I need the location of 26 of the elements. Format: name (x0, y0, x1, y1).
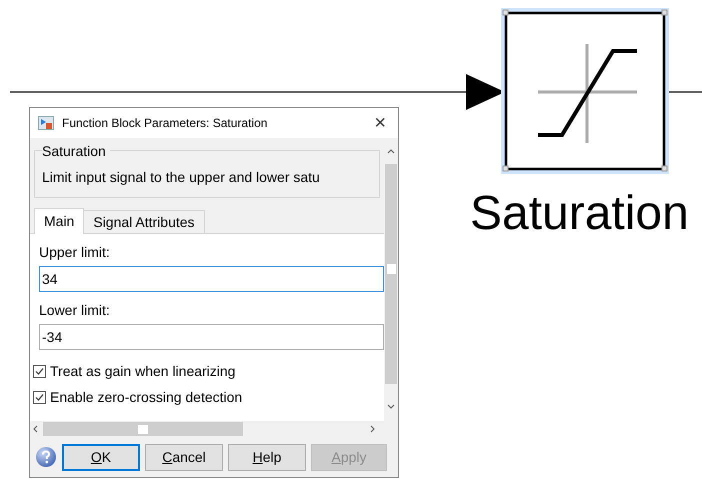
checkbox-label: Enable zero-crossing detection (50, 388, 242, 407)
checkbox[interactable] (33, 364, 46, 378)
block-label: Saturation (470, 186, 689, 242)
scroll-thumb[interactable] (386, 264, 396, 274)
scroll-up-icon[interactable] (387, 148, 395, 154)
block-description: Limit input signal to the upper and lower satu (42, 168, 321, 187)
help-icon[interactable] (35, 446, 57, 468)
scroll-right-icon[interactable] (370, 425, 376, 433)
window-title: Function Block Parameters: Saturation (62, 115, 268, 132)
tab[interactable]: Main (34, 208, 84, 234)
saturation-block[interactable] (501, 8, 669, 174)
input-field[interactable]: -34 (39, 324, 384, 350)
dialog-button[interactable]: OK (62, 444, 140, 470)
checkbox[interactable] (33, 390, 46, 404)
dialog-button[interactable]: Help (228, 444, 306, 470)
block-icon (38, 116, 54, 130)
dialog-button[interactable]: Cancel (145, 444, 223, 470)
close-button[interactable]: × (370, 113, 390, 133)
tab[interactable]: Signal Attributes (84, 210, 205, 233)
scroll-left-icon[interactable] (32, 425, 38, 433)
field-label: Upper limit: (39, 243, 111, 262)
checkbox-label: Treat as gain when linearizing (50, 362, 236, 381)
input-field[interactable]: 34 (39, 266, 384, 292)
scroll-thumb[interactable] (138, 424, 148, 434)
field-label: Lower limit: (39, 301, 111, 320)
scroll-down-icon[interactable] (387, 404, 395, 410)
